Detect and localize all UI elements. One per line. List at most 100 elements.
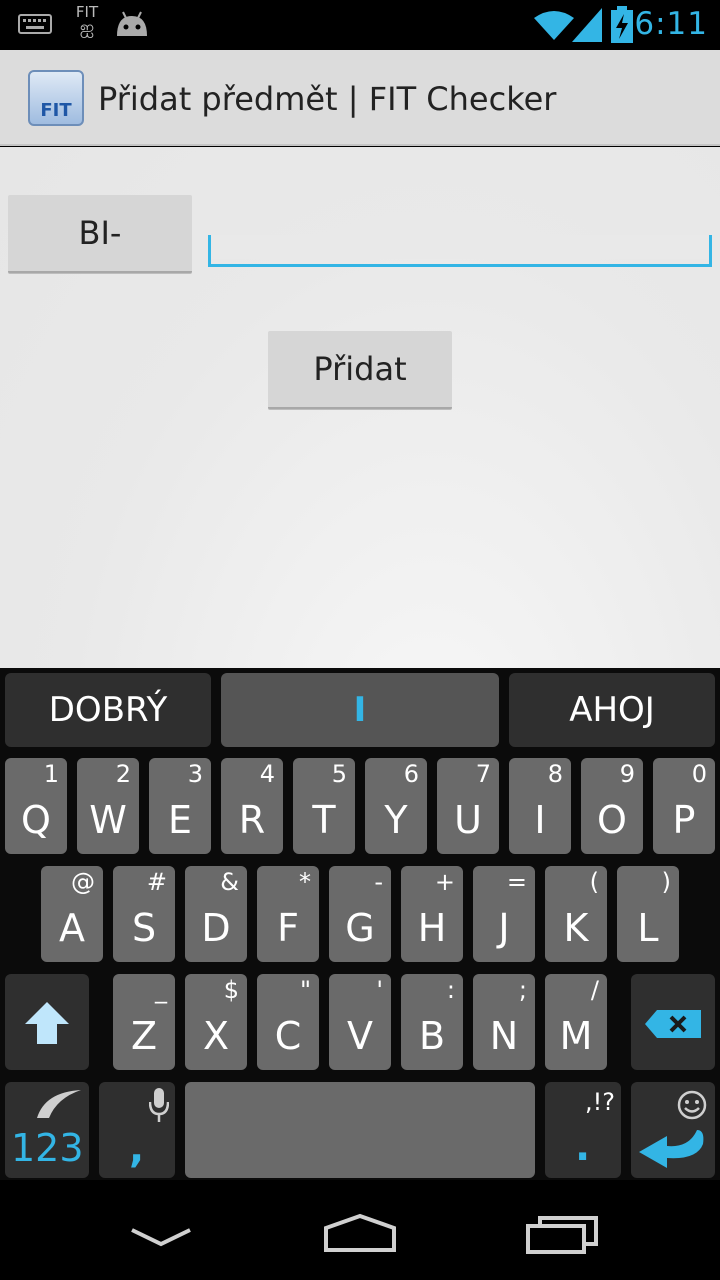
key-sub-label: 5: [331, 760, 347, 788]
key-o[interactable]: 9O: [581, 758, 643, 854]
app-icon-label: FIT: [40, 100, 72, 121]
key-y[interactable]: 6Y: [365, 758, 427, 854]
suggestion-center[interactable]: I: [221, 673, 499, 747]
key-sub-label: +: [434, 868, 455, 896]
signal-icon: [572, 8, 602, 42]
key-j[interactable]: = J: [473, 866, 535, 962]
symbols-key-label: 123: [11, 1126, 84, 1170]
suggestion-right[interactable]: AHOJ: [509, 673, 715, 747]
key-label: W: [89, 798, 127, 842]
key-n[interactable]: ; N: [473, 974, 535, 1070]
key-sub-label: &: [220, 868, 239, 896]
key-t[interactable]: 5T: [293, 758, 355, 854]
key-sub-label: 1: [43, 760, 59, 788]
key-r[interactable]: 4R: [221, 758, 283, 854]
enter-key[interactable]: [631, 1082, 715, 1178]
subject-code-input[interactable]: [208, 235, 712, 267]
symbols-key[interactable]: 123: [5, 1082, 89, 1178]
key-k[interactable]: (K: [545, 866, 607, 962]
key-sub-label: /: [590, 976, 599, 1004]
recent-apps-icon[interactable]: [526, 1216, 598, 1254]
key-sub-label: ": [299, 976, 311, 1004]
key-c[interactable]: " C: [257, 974, 319, 1070]
key-label: M: [559, 1014, 593, 1058]
key-label: L: [637, 906, 659, 950]
page-title: Přidat předmět | FIT Checker: [98, 80, 557, 118]
key-h[interactable]: + H: [401, 866, 463, 962]
key-s[interactable]: # S: [113, 866, 175, 962]
key-g[interactable]: -G: [329, 866, 391, 962]
home-icon[interactable]: [322, 1212, 398, 1254]
key-label: K: [563, 906, 589, 950]
fit-logo-icon: FIT ஐ: [75, 3, 99, 38]
key-x[interactable]: $ X: [185, 974, 247, 1070]
key-label: T: [312, 798, 336, 842]
key-label: P: [672, 798, 696, 842]
suggestion-left[interactable]: DOBRÝ: [5, 673, 211, 747]
key-label: V: [347, 1014, 373, 1058]
key-q[interactable]: 1Q: [5, 758, 67, 854]
status-bar: FIT ஐ 6:11: [0, 0, 720, 50]
key-label: S: [131, 906, 157, 950]
app-icon[interactable]: FIT: [28, 70, 84, 126]
key-sub-label: _: [155, 976, 167, 1004]
key-b[interactable]: :B: [401, 974, 463, 1070]
key-i[interactable]: 8I: [509, 758, 571, 854]
key-sub-label: 4: [259, 760, 275, 788]
comma-key[interactable]: ,: [99, 1082, 175, 1178]
back-icon[interactable]: [128, 1224, 194, 1248]
period-key[interactable]: ,!? .: [545, 1082, 621, 1178]
key-m[interactable]: / M: [545, 974, 607, 1070]
key-u[interactable]: 7U: [437, 758, 499, 854]
key-label: X: [202, 1014, 230, 1058]
key-sub-label: 2: [115, 760, 131, 788]
add-button[interactable]: Přidat: [268, 331, 452, 409]
wifi-icon: [534, 11, 574, 40]
key-label: A: [59, 906, 85, 950]
key-w[interactable]: 2W: [77, 758, 139, 854]
key-sub-label: ;: [518, 976, 527, 1004]
prefix-button[interactable]: BI-: [8, 195, 192, 273]
action-bar: FIT Přidat předmět | FIT Checker: [0, 50, 720, 146]
key-sub-label: :: [446, 976, 455, 1004]
key-sub-label: =: [506, 868, 527, 896]
key-d[interactable]: & D: [185, 866, 247, 962]
key-label: R: [238, 798, 266, 842]
key-label: Z: [130, 1014, 158, 1058]
key-p[interactable]: 0P: [653, 758, 715, 854]
key-label: O: [597, 798, 627, 842]
key-a[interactable]: @ A: [41, 866, 103, 962]
key-sub-label: 8: [547, 760, 563, 788]
navigation-bar: [0, 1180, 720, 1280]
android-icon: [117, 11, 147, 36]
key-sub-label: (: [589, 868, 599, 896]
key-label: E: [167, 798, 192, 842]
key-label: H: [417, 906, 447, 950]
key-sub-label: @: [71, 868, 95, 896]
key-sub-label: *: [299, 868, 311, 896]
backspace-key[interactable]: [631, 974, 715, 1070]
key-label: U: [454, 798, 482, 842]
soft-keyboard: DOBRÝ I AHOJ 1Q2W3E4R5T6Y7U8I9O0P @ A # S & D…: [0, 668, 720, 1180]
key-sub-label: 0: [691, 760, 707, 788]
key-sub-label: #: [146, 868, 167, 896]
key-l[interactable]: ) L: [617, 866, 679, 962]
key-label: C: [274, 1014, 302, 1058]
key-sub-label: $: [223, 976, 239, 1004]
key-label: N: [489, 1014, 519, 1058]
key-sub-label: ): [661, 868, 671, 896]
shift-key[interactable]: [5, 974, 89, 1070]
shift-arrow-icon: [25, 1002, 69, 1044]
key-sub-label: 3: [187, 760, 203, 788]
key-label: Q: [21, 798, 51, 842]
key-sub-label: 9: [619, 760, 635, 788]
clock: 6:11: [634, 6, 708, 42]
key-e[interactable]: 3E: [149, 758, 211, 854]
space-key[interactable]: [185, 1082, 535, 1178]
key-z[interactable]: _ Z: [113, 974, 175, 1070]
key-sub-label: 6: [403, 760, 419, 788]
key-label: B: [418, 1014, 446, 1058]
key-v[interactable]: ' V: [329, 974, 391, 1070]
swiftkey-logo-icon: [37, 1090, 81, 1118]
key-f[interactable]: * F: [257, 866, 319, 962]
